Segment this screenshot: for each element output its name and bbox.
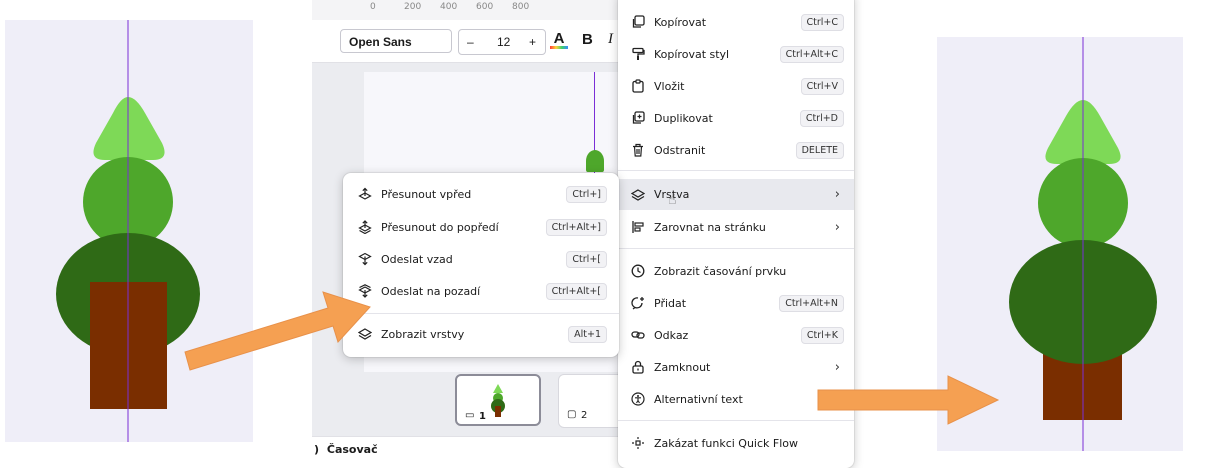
bold-button[interactable]: B	[582, 31, 593, 48]
menu-item-show-timing[interactable]: Zobrazit časování prvku	[618, 256, 854, 286]
link-icon	[630, 327, 646, 343]
chevron-right-icon: ›	[834, 187, 840, 202]
italic-button[interactable]: I	[608, 31, 613, 48]
shortcut-badge: Ctrl+D	[799, 109, 844, 127]
thumbnail-tree	[491, 384, 505, 417]
clipboard-icon	[630, 78, 646, 94]
shortcut-badge: Ctrl+Alt+N	[779, 294, 844, 312]
menu-item-label: Přesunout vpřed	[381, 187, 472, 201]
accessibility-icon	[630, 391, 646, 407]
submenu-item-send-to-back[interactable]: Odeslat na pozadí Ctrl+Alt+[	[343, 276, 619, 306]
page-number: 2	[581, 410, 588, 421]
shortcut-badge: Ctrl+K	[800, 326, 844, 344]
chevron-right-icon: ›	[834, 219, 840, 235]
ruler-tick: 400	[440, 2, 458, 12]
menu-item-duplicate[interactable]: Duplikovat Ctrl+D	[618, 103, 854, 133]
menu-item-link[interactable]: Odkaz Ctrl+K	[618, 320, 854, 350]
font-size-value[interactable]: 12	[497, 30, 510, 54]
menu-separator	[618, 170, 854, 171]
menu-item-paste[interactable]: Vložit Ctrl+V	[618, 71, 854, 101]
timer-button[interactable]: Časovač	[327, 443, 378, 456]
shortcut-badge: Ctrl+V	[800, 77, 844, 95]
shortcut-badge: Ctrl+[	[566, 250, 607, 268]
paint-roller-icon	[630, 46, 646, 62]
menu-item-disable-quick-flow[interactable]: Zakázat funkci Quick Flow	[618, 428, 854, 458]
arrow-to-submenu-icon	[184, 291, 371, 371]
chevron-right-icon: ›	[834, 359, 840, 375]
bottom-bar: ) Časovač	[312, 436, 642, 462]
shortcut-badge: Ctrl+Alt+C	[779, 45, 844, 63]
copy-icon	[630, 14, 646, 30]
lock-icon	[630, 359, 646, 375]
comment-add-icon	[630, 295, 646, 311]
layers-icon	[630, 187, 646, 203]
menu-separator	[343, 313, 619, 314]
shortcut-badge: DELETE	[795, 141, 844, 159]
shortcut-badge: Ctrl+Alt+[	[545, 282, 607, 300]
bring-forward-icon	[357, 186, 373, 202]
ruler-tick: 600	[476, 2, 494, 12]
send-backward-icon	[357, 251, 373, 267]
decrease-size-button[interactable]: –	[467, 30, 474, 54]
page-number: 1	[479, 411, 486, 422]
submenu-item-bring-to-front[interactable]: Přesunout do popředí Ctrl+Alt+]	[343, 212, 619, 242]
font-size-stepper[interactable]: – 12 +	[458, 29, 546, 55]
menu-item-label: Odeslat vzad	[381, 252, 453, 266]
menu-item-label: Zakázat funkci Quick Flow	[654, 436, 799, 450]
menu-item-layer[interactable]: Vrstva ›	[618, 179, 854, 210]
menu-item-delete[interactable]: Odstranit DELETE	[618, 135, 854, 165]
menu-item-label: Odstranit	[654, 143, 706, 157]
menu-item-label: Přidat	[654, 296, 687, 310]
arrow-to-result-icon	[817, 375, 1000, 425]
text-color-icon[interactable]: A	[550, 30, 568, 52]
submenu-item-send-backward[interactable]: Odeslat vzad Ctrl+[	[343, 244, 619, 274]
menu-item-label: Vložit	[654, 79, 685, 93]
shortcut-badge: Alt+1	[568, 325, 607, 343]
menu-item-label: Zobrazit časování prvku	[654, 264, 787, 278]
menu-item-label: Zarovnat na stránku	[654, 220, 766, 234]
menu-item-label: Zobrazit vrstvy	[381, 327, 465, 341]
quick-flow-icon	[630, 435, 646, 451]
comment-icon: ▭	[465, 410, 475, 421]
layer-submenu: Přesunout vpřed Ctrl+] Přesunout do popř…	[343, 173, 619, 357]
menu-item-label: Odeslat na pozadí	[381, 284, 481, 298]
font-family-select[interactable]: Open Sans	[340, 29, 452, 53]
shortcut-badge: Ctrl+]	[566, 185, 607, 203]
ruler-tick: 200	[404, 2, 422, 12]
increase-size-button[interactable]: +	[529, 30, 536, 54]
menu-item-label: Kopírovat	[654, 15, 707, 29]
hand-cursor-icon: ☝	[668, 192, 677, 208]
menu-item-label: Odkaz	[654, 328, 689, 342]
ruler-tick: 0	[370, 2, 376, 12]
menu-separator	[618, 248, 854, 249]
menu-item-label: Duplikovat	[654, 111, 713, 125]
trash-icon	[630, 142, 646, 158]
menu-item-align-to-page[interactable]: Zarovnat na stránku ›	[618, 212, 854, 242]
ruler-tick: 800	[512, 2, 530, 12]
shortcut-badge: Ctrl+Alt+]	[545, 218, 607, 236]
submenu-item-show-layers[interactable]: Zobrazit vrstvy Alt+1	[343, 319, 619, 349]
align-icon	[630, 219, 646, 235]
page-icon: ▢	[567, 409, 577, 420]
tree-top-triangle	[93, 97, 165, 160]
text-toolbar: Open Sans – 12 + A B I	[312, 20, 642, 63]
timer-icon: )	[314, 443, 320, 456]
horizontal-ruler: 0 200 400 600 800	[312, 0, 642, 21]
menu-item-copy-style[interactable]: Kopírovat styl Ctrl+Alt+C	[618, 39, 854, 69]
menu-item-label: Přesunout do popředí	[381, 220, 499, 234]
bring-to-front-icon	[357, 219, 373, 235]
selected-tree-element[interactable]	[586, 150, 604, 172]
menu-item-label: Kopírovat styl	[654, 47, 730, 61]
menu-item-label: Zamknout	[654, 360, 711, 374]
shortcut-badge: Ctrl+C	[800, 13, 844, 31]
clock-icon	[630, 263, 646, 279]
duplicate-icon	[630, 110, 646, 126]
menu-item-copy[interactable]: Kopírovat Ctrl+C	[618, 7, 854, 37]
menu-item-add-comment[interactable]: Přidat Ctrl+Alt+N	[618, 288, 854, 318]
menu-item-label: Vrstva	[654, 188, 690, 201]
submenu-item-bring-forward[interactable]: Přesunout vpřed Ctrl+]	[343, 179, 619, 209]
page-thumbnail-1[interactable]: ▭ 1	[455, 374, 541, 426]
